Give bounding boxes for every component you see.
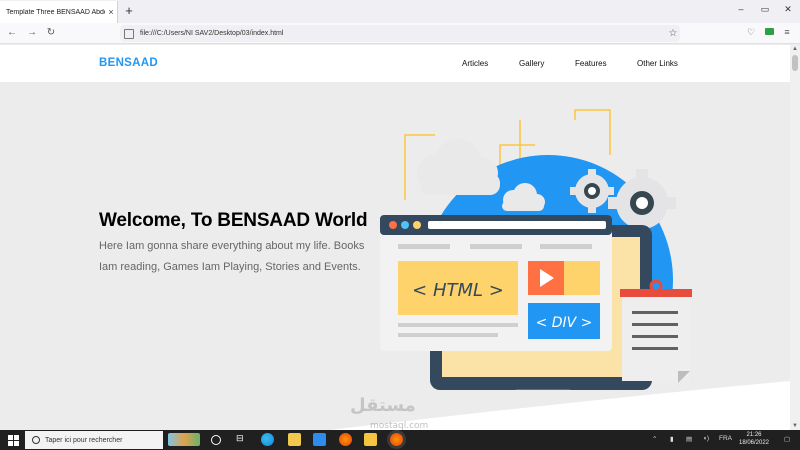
taskbar-news-widget-icon[interactable] xyxy=(168,433,200,446)
clock-date: 18/06/2022 xyxy=(738,440,770,446)
volume-icon[interactable]: ◖) xyxy=(703,435,709,442)
mail-icon[interactable] xyxy=(313,433,326,446)
url-text: file:///C:/Users/NI SAV2/Desktop/03/inde… xyxy=(140,30,284,37)
keyboard-language[interactable]: FRA xyxy=(719,435,732,442)
taskbar-clock[interactable]: 21:26 18/06/2022 xyxy=(735,431,773,447)
firefox-icon[interactable] xyxy=(339,433,352,446)
folder-icon[interactable] xyxy=(364,433,377,446)
page-icon xyxy=(124,28,134,39)
browser-tab-bar: Template Three BENSAAD Abdelhak × + – ▭ … xyxy=(0,0,800,23)
bookmark-star-icon[interactable]: ☆ xyxy=(666,28,680,39)
tab-title: Template Three BENSAAD Abdelhak xyxy=(6,8,105,16)
scrollbar-thumb[interactable] xyxy=(792,55,798,71)
watermark-logo: مستقل xyxy=(350,395,416,416)
clock-time: 21:26 xyxy=(746,432,762,438)
reload-icon[interactable]: ↻ xyxy=(44,26,58,40)
back-icon[interactable]: ← xyxy=(5,26,19,40)
tab-close-icon[interactable]: × xyxy=(105,7,117,17)
address-bar[interactable]: file:///C:/Users/NI SAV2/Desktop/03/inde… xyxy=(120,25,680,42)
network-icon[interactable]: ▤ xyxy=(686,435,692,443)
file-explorer-icon[interactable] xyxy=(288,433,301,446)
taskbar-search-placeholder: Taper ici pour rechercher xyxy=(45,436,123,444)
page-viewport: BENSAAD Articles Gallery Features Other … xyxy=(0,45,790,430)
minimize-icon[interactable]: – xyxy=(733,4,749,14)
new-tab-button[interactable]: + xyxy=(122,4,136,18)
forward-icon[interactable]: → xyxy=(25,26,39,40)
windows-start-icon[interactable] xyxy=(8,435,19,446)
battery-icon[interactable]: ▮ xyxy=(670,435,674,443)
bottom-wave xyxy=(330,381,790,430)
browser-toolbar: ← → ↻ file:///C:/Users/NI SAV2/Desktop/0… xyxy=(0,23,800,44)
scroll-up-icon[interactable]: ▲ xyxy=(792,46,798,52)
page-scrollbar[interactable]: ▲ ▼ xyxy=(790,45,800,430)
firefox-active-icon[interactable] xyxy=(390,433,403,446)
task-view-icon[interactable]: ⊟ xyxy=(236,433,246,446)
pocket-icon[interactable]: ♡ xyxy=(744,27,758,38)
scroll-down-icon[interactable]: ▼ xyxy=(792,423,798,429)
window-close-icon[interactable]: ✕ xyxy=(780,4,796,15)
edge-browser-icon[interactable] xyxy=(261,433,274,446)
search-icon xyxy=(32,436,40,444)
task-view-circle-icon[interactable] xyxy=(211,435,221,445)
menu-icon[interactable]: ≡ xyxy=(780,27,794,37)
windows-taskbar: Taper ici pour rechercher ⊟ ⌃ ▮ ▤ ◖) FRA… xyxy=(0,430,800,450)
notification-icon[interactable]: ▢ xyxy=(784,435,790,443)
taskbar-search-box[interactable]: Taper ici pour rechercher xyxy=(25,431,163,449)
tray-chevron-icon[interactable]: ⌃ xyxy=(652,435,657,443)
extension-icon[interactable] xyxy=(762,27,776,38)
browser-tab[interactable]: Template Three BENSAAD Abdelhak × xyxy=(0,1,118,23)
restore-icon[interactable]: ▭ xyxy=(757,4,773,15)
